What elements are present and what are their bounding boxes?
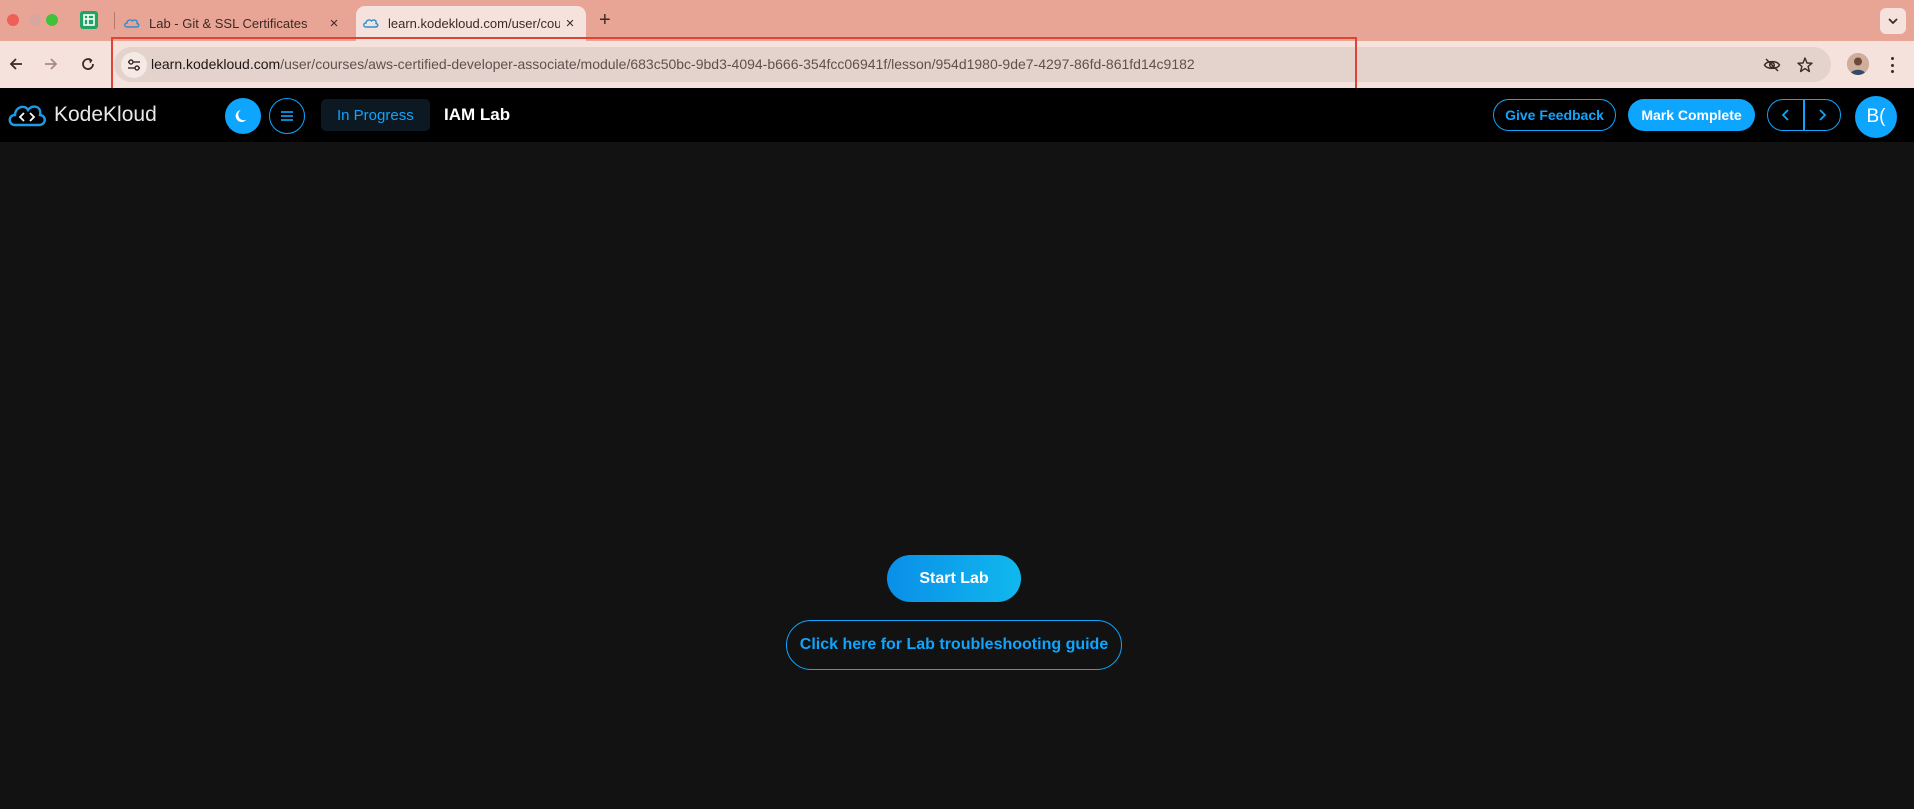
- dot-icon: [1890, 70, 1894, 73]
- tab-lab-git-ssl[interactable]: Lab - Git & SSL Certificates - ×: [124, 6, 350, 41]
- zoom-window-button[interactable]: [46, 14, 58, 26]
- kodekloud-cloud-icon: [8, 105, 46, 127]
- person-icon: [1847, 53, 1869, 75]
- tab-kodekloud-active[interactable]: learn.kodekloud.com/user/cou ×: [356, 6, 586, 41]
- chevron-left-icon: [1781, 109, 1789, 121]
- page-title: IAM Lab: [444, 105, 511, 124]
- lesson-pager: [1767, 99, 1841, 131]
- troubleshooting-guide-button[interactable]: Click here for Lab troubleshooting guide: [786, 620, 1122, 670]
- tracking-protection-button[interactable]: [1762, 55, 1782, 75]
- arrow-right-icon: [45, 58, 58, 70]
- chevron-right-icon: [1819, 109, 1827, 121]
- address-bar[interactable]: learn.kodekloud.com/user/courses/aws-cer…: [114, 47, 1831, 82]
- app-header: KodeKloud In Progress IAM Lab Give Feedb…: [0, 88, 1914, 142]
- user-avatar[interactable]: B(: [1855, 96, 1897, 138]
- dot-icon: [1890, 63, 1894, 67]
- reload-button[interactable]: [77, 53, 99, 75]
- sheets-icon: [83, 14, 95, 26]
- browser-toolbar: learn.kodekloud.com/user/courses/aws-cer…: [0, 41, 1914, 88]
- tab-separator: [114, 12, 115, 29]
- new-tab-button[interactable]: +: [599, 9, 611, 32]
- lab-content: Start Lab Click here for Lab troubleshoo…: [0, 142, 1914, 809]
- forward-button[interactable]: [40, 53, 62, 75]
- reload-icon: [82, 58, 94, 70]
- tab-title: Lab - Git & SSL Certificates -: [149, 16, 307, 31]
- kodekloud-favicon-icon: [124, 18, 140, 28]
- close-icon[interactable]: ×: [562, 15, 578, 32]
- site-info-button[interactable]: [121, 52, 147, 78]
- tab-title: learn.kodekloud.com/user/cou: [388, 16, 560, 31]
- theme-toggle-button[interactable]: [225, 98, 261, 134]
- lesson-menu-button[interactable]: [269, 98, 305, 134]
- browser-menu-button[interactable]: [1884, 54, 1900, 76]
- kodekloud-favicon-icon: [363, 18, 379, 28]
- start-lab-button[interactable]: Start Lab: [887, 555, 1021, 602]
- star-icon: [1797, 57, 1813, 73]
- list-icon: [281, 111, 293, 121]
- pinned-tab-sheets[interactable]: [80, 11, 98, 29]
- tune-icon: [128, 59, 140, 71]
- next-lesson-button[interactable]: [1805, 100, 1840, 130]
- url-path: /user/courses/aws-certified-developer-as…: [280, 56, 1195, 72]
- moon-icon: [235, 110, 247, 122]
- url-host: learn.kodekloud.com: [151, 56, 281, 72]
- browser-tab-bar: Lab - Git & SSL Certificates - × learn.k…: [0, 0, 1914, 41]
- back-button[interactable]: [5, 53, 27, 75]
- profile-avatar[interactable]: [1847, 53, 1869, 75]
- tab-search-button[interactable]: [1880, 8, 1906, 34]
- close-icon[interactable]: ×: [326, 15, 342, 32]
- dot-icon: [1890, 57, 1894, 60]
- give-feedback-button[interactable]: Give Feedback: [1493, 99, 1616, 131]
- close-window-button[interactable]: [7, 14, 19, 26]
- mark-complete-button[interactable]: Mark Complete: [1628, 99, 1755, 131]
- arrow-left-icon: [9, 58, 22, 70]
- status-badge: In Progress: [321, 99, 430, 131]
- url-text[interactable]: learn.kodekloud.com/user/courses/aws-cer…: [151, 56, 1195, 72]
- eye-slash-icon: [1763, 58, 1781, 72]
- chevron-down-icon: [1888, 18, 1898, 25]
- previous-lesson-button[interactable]: [1768, 100, 1803, 130]
- minimize-window-button[interactable]: [29, 14, 41, 26]
- bookmark-button[interactable]: [1795, 55, 1815, 75]
- kodekloud-logo[interactable]: KodeKloud: [7, 101, 157, 129]
- brand-name: KodeKloud: [54, 103, 157, 126]
